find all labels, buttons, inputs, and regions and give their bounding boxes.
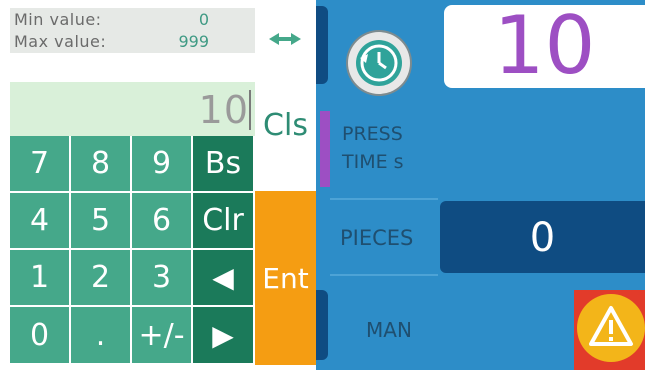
cls-button[interactable]: Cls: [255, 108, 316, 158]
max-value: 999: [178, 32, 209, 51]
decimal-key[interactable]: .: [71, 307, 132, 365]
press-time-indicator: [320, 111, 330, 187]
pieces-label: PIECES: [340, 226, 414, 250]
pieces-value: 0: [529, 215, 556, 261]
key-0[interactable]: 0: [10, 307, 71, 365]
cursor-right-key[interactable]: ▶: [193, 307, 255, 365]
min-value-label: Min value:: [14, 10, 102, 29]
press-time-value: 10: [493, 0, 596, 92]
machine-panel: 10 PRESS TIME s PIECES 0 MAN: [316, 0, 645, 370]
alarm-button[interactable]: [574, 290, 645, 370]
panel-notch: [316, 6, 328, 84]
key-2[interactable]: 2: [71, 250, 132, 307]
entry-value: 10: [198, 88, 249, 132]
max-value-label: Max value:: [14, 32, 107, 51]
warning-icon: [577, 306, 645, 366]
alarm-badge: [577, 294, 645, 362]
press-label-line-2: TIME s: [342, 151, 404, 173]
key-3[interactable]: 3: [132, 250, 193, 307]
press-time-display[interactable]: 10: [444, 0, 645, 92]
min-value: 0: [198, 10, 209, 29]
max-value-row: Max value: 999: [10, 30, 255, 53]
history-clock-icon: [348, 40, 410, 98]
entry-display[interactable]: 10: [10, 82, 255, 136]
key-6[interactable]: 6: [132, 193, 193, 250]
mode-label: MAN: [366, 318, 412, 342]
key-5[interactable]: 5: [71, 193, 132, 250]
clear-key[interactable]: Clr: [193, 193, 255, 250]
press-label-line-1: PRESS: [342, 123, 403, 145]
key-8[interactable]: 8: [71, 136, 132, 193]
panel-notch: [316, 290, 328, 360]
key-9[interactable]: 9: [132, 136, 193, 193]
key-1[interactable]: 1: [10, 250, 71, 307]
press-time-label: PRESS TIME s: [342, 120, 404, 176]
min-value-row: Min value: 0: [10, 8, 255, 30]
keypad-grid: 7 8 9 Bs 4 5 6 Clr 1 2 3 ◀ 0 . +/- ▶: [10, 136, 255, 365]
left-right-arrows-icon[interactable]: [265, 30, 305, 45]
history-clock-button[interactable]: [348, 32, 410, 94]
text-cursor: [249, 90, 251, 130]
key-4[interactable]: 4: [10, 193, 71, 250]
key-7[interactable]: 7: [10, 136, 71, 193]
plus-minus-key[interactable]: +/-: [132, 307, 193, 365]
numeric-keypad: Min value: 0 Max value: 999 10 7 8 9 Bs …: [10, 8, 255, 365]
cursor-left-key[interactable]: ◀: [193, 250, 255, 307]
backspace-key[interactable]: Bs: [193, 136, 255, 193]
side-column: Cls: [255, 8, 316, 191]
pieces-counter[interactable]: 0: [440, 201, 645, 273]
enter-button[interactable]: Ent: [255, 191, 316, 365]
